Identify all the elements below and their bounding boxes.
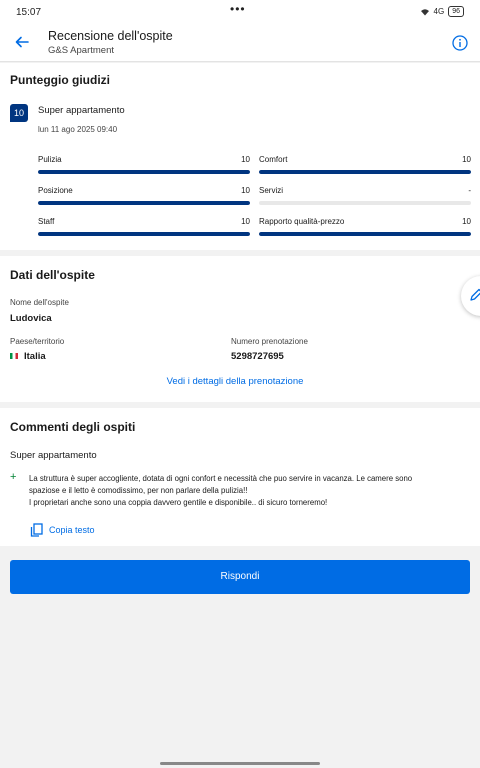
category-bar-fill [38,232,250,236]
app-header: Recensione dell'ospite G&S Apartment [0,24,480,62]
scores-card: Punteggio giudizi 10 Super appartamento … [0,63,480,250]
positive-comment: La struttura è super accogliente, dotata… [29,473,449,509]
positive-plus-icon: + [10,471,17,483]
status-dots: ••• [230,2,246,16]
signal-icon: 4G [433,7,445,16]
wifi-icon [420,8,429,15]
category-facilities: Servizi - [259,186,471,210]
category-bar [38,201,250,205]
category-value: 10 [462,155,471,164]
comment-line: La struttura è super accogliente, dotata… [29,474,413,483]
category-label: Comfort [259,155,288,164]
scores-title: Punteggio giudizi [10,73,110,87]
category-bar-fill [259,170,471,174]
category-bar-fill [259,232,471,236]
copy-icon [30,523,43,537]
category-label: Posizione [38,186,73,195]
category-bar-fill [38,201,250,205]
category-staff: Staff 10 [38,217,250,241]
country-value: Italia [10,351,46,362]
category-bar [38,232,250,236]
category-value: 10 [462,217,471,226]
category-value: 10 [241,217,250,226]
status-icons: 4G 96 [420,6,464,17]
home-indicator[interactable] [160,762,320,765]
back-arrow-icon[interactable] [14,34,30,50]
category-bar [259,201,471,205]
property-name: G&S Apartment [48,45,115,56]
comments-card: Commenti degli ospiti Super appartamento… [0,408,480,546]
info-icon[interactable] [452,35,468,51]
status-bar: 15:07 ••• 4G 96 [0,0,480,24]
category-cleanliness: Pulizia 10 [38,155,250,179]
category-bar [38,170,250,174]
category-label: Servizi [259,186,284,195]
category-label: Rapporto qualità-prezzo [259,217,345,226]
comments-title: Commenti degli ospiti [10,420,136,434]
category-value: 10 [241,155,250,164]
page-title: Recensione dell'ospite [48,29,173,43]
guest-name-label: Nome dell'ospite [10,298,69,307]
category-value-for-money: Rapporto qualità-prezzo 10 [259,217,471,241]
guest-name: Ludovica [10,313,52,324]
category-label: Staff [38,217,55,226]
italy-flag-icon [10,353,18,360]
booking-details-link[interactable]: Vedi i dettagli della prenotazione [0,376,470,387]
country-name: Italia [24,351,46,362]
overall-score-badge: 10 [10,104,28,122]
overall-score-word: Super appartamento [38,105,125,116]
booking-number: 5298727695 [231,351,284,362]
category-label: Pulizia [38,155,62,164]
battery-icon: 96 [448,6,464,17]
comment-line: spaziose e il letto è comodissimo, per n… [29,486,248,495]
comment-line: I proprietari anche sono una coppia davv… [29,498,328,507]
review-date: lun 11 ago 2025 09:40 [38,125,118,134]
reply-button[interactable]: Rispondi [10,560,470,594]
category-bar [259,170,471,174]
booking-number-label: Numero prenotazione [231,337,308,346]
clock: 15:07 [16,7,42,18]
comment-headline: Super appartamento [10,450,97,461]
category-value: 10 [241,186,250,195]
country-label: Paese/territorio [10,337,65,346]
category-bar [259,232,471,236]
category-bar-fill [38,170,250,174]
guest-card: Dati dell'ospite Nome dell'ospite Ludovi… [0,256,480,402]
category-comfort: Comfort 10 [259,155,471,179]
copy-text-label: Copia testo [49,525,95,535]
category-location: Posizione 10 [38,186,250,210]
category-value: - [468,186,471,195]
guest-title: Dati dell'ospite [10,268,95,282]
copy-text-button[interactable]: Copia testo [30,523,95,537]
pencil-icon [470,288,480,301]
